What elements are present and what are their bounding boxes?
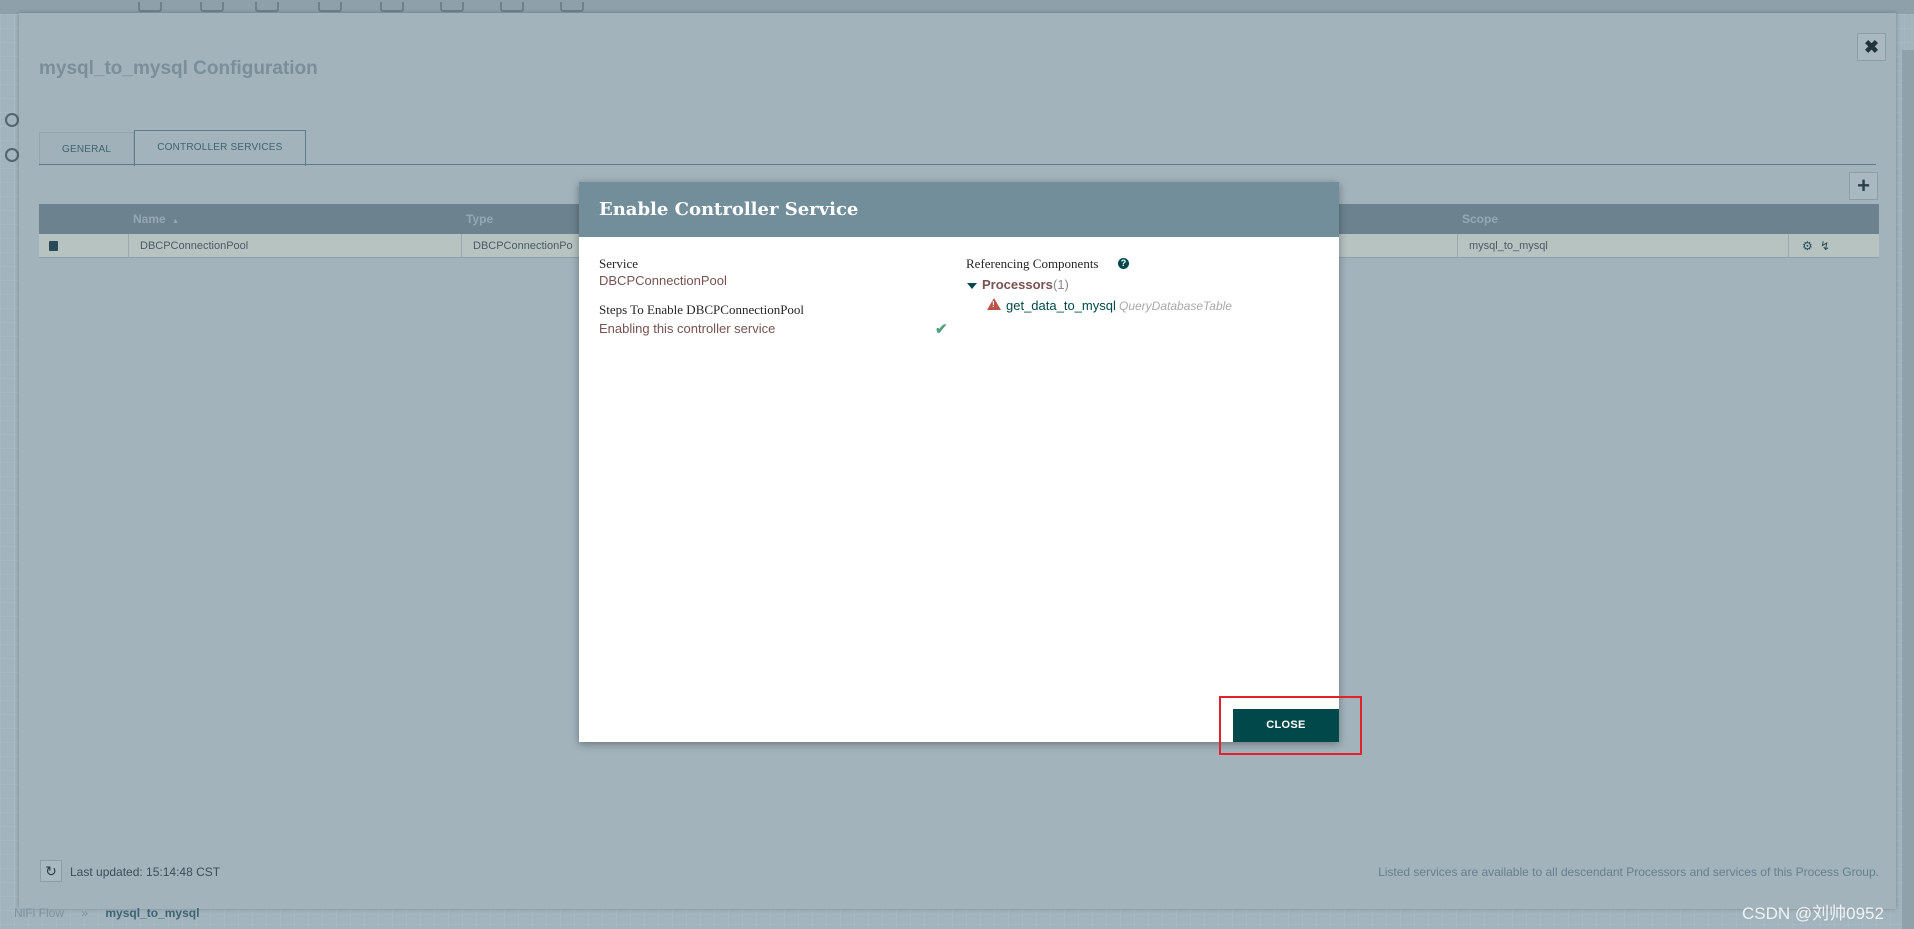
annotation-highlight [1219, 696, 1362, 755]
column-divider [1788, 234, 1789, 258]
column-divider [1457, 234, 1458, 258]
service-info-icon[interactable] [49, 240, 58, 251]
refresh-icon[interactable]: ↻ [40, 860, 62, 882]
column-divider [461, 234, 462, 258]
enable-service-dialog: Enable Controller Service Service DBCPCo… [579, 182, 1339, 742]
navigate-icon[interactable] [5, 113, 19, 127]
column-divider [128, 234, 129, 258]
last-updated-text: Last updated: 15:14:48 CST [70, 865, 221, 879]
output-port-icon[interactable] [255, 2, 279, 12]
breadcrumb-separator: » [81, 906, 89, 920]
processors-label[interactable]: Processors [982, 277, 1053, 292]
service-value: DBCPConnectionPool [599, 273, 727, 288]
ref-component-type: QueryDatabaseTable [1119, 299, 1232, 313]
breadcrumb-root[interactable]: NiFi Flow [14, 906, 64, 920]
tab-controller-services[interactable]: CONTROLLER SERVICES [134, 130, 306, 166]
service-label: Service [599, 256, 638, 271]
add-service-button[interactable]: + [1849, 172, 1878, 200]
dialog-header: Enable Controller Service [579, 182, 1339, 237]
cell-scope: mysql_to_mysql [1469, 239, 1548, 252]
ref-component-name[interactable]: get_data_to_mysql [1006, 298, 1116, 313]
ref-components-label: Referencing Components [966, 256, 1099, 271]
breadcrumb: NiFi Flow » mysql_to_mysql [14, 906, 199, 920]
funnel-icon[interactable] [440, 2, 464, 12]
input-port-icon[interactable] [200, 2, 224, 12]
scope-note: Listed services are available to all des… [1378, 865, 1879, 879]
tab-general[interactable]: GENERAL [39, 132, 135, 166]
remote-group-icon[interactable] [380, 2, 404, 12]
header-name-label: Name [133, 212, 166, 226]
dialog-title: Enable Controller Service [599, 199, 859, 220]
tab-bar: GENERAL CONTROLLER SERVICES [39, 119, 306, 166]
header-type[interactable]: Type [466, 212, 493, 226]
step-enable: Enabling this controller service [599, 321, 776, 336]
warning-icon [987, 298, 1001, 310]
cell-type: DBCPConnectionPo [473, 239, 573, 252]
operate-icon[interactable] [5, 148, 19, 162]
right-panel-edge [1902, 50, 1914, 929]
steps-label: Steps To Enable DBCPConnectionPool [599, 302, 805, 317]
canvas-toolbar [0, 0, 1914, 14]
disable-bolt-icon[interactable]: ↯ [1820, 239, 1830, 253]
header-scope[interactable]: Scope [1462, 212, 1498, 226]
watermark: CSDN @刘帅0952 [1742, 904, 1884, 923]
caret-down-icon[interactable] [967, 283, 977, 289]
process-group-icon[interactable] [318, 2, 342, 12]
configure-gear-icon[interactable]: ⚙ [1802, 239, 1813, 253]
processor-icon[interactable] [138, 2, 162, 12]
check-icon: ✔ [935, 321, 948, 338]
close-icon[interactable]: ✖ [1857, 33, 1886, 61]
cell-name: DBCPConnectionPool [140, 239, 249, 252]
template-icon[interactable] [500, 2, 524, 12]
breadcrumb-current[interactable]: mysql_to_mysql [105, 906, 199, 920]
processors-count: (1) [1053, 277, 1069, 292]
config-title: mysql_to_mysql Configuration [39, 58, 318, 79]
header-name[interactable]: Name ▲ [133, 212, 179, 226]
help-icon[interactable]: ? [1118, 258, 1129, 269]
label-icon[interactable] [560, 2, 584, 12]
sort-asc-icon: ▲ [172, 218, 179, 225]
tab-divider [39, 164, 1876, 165]
